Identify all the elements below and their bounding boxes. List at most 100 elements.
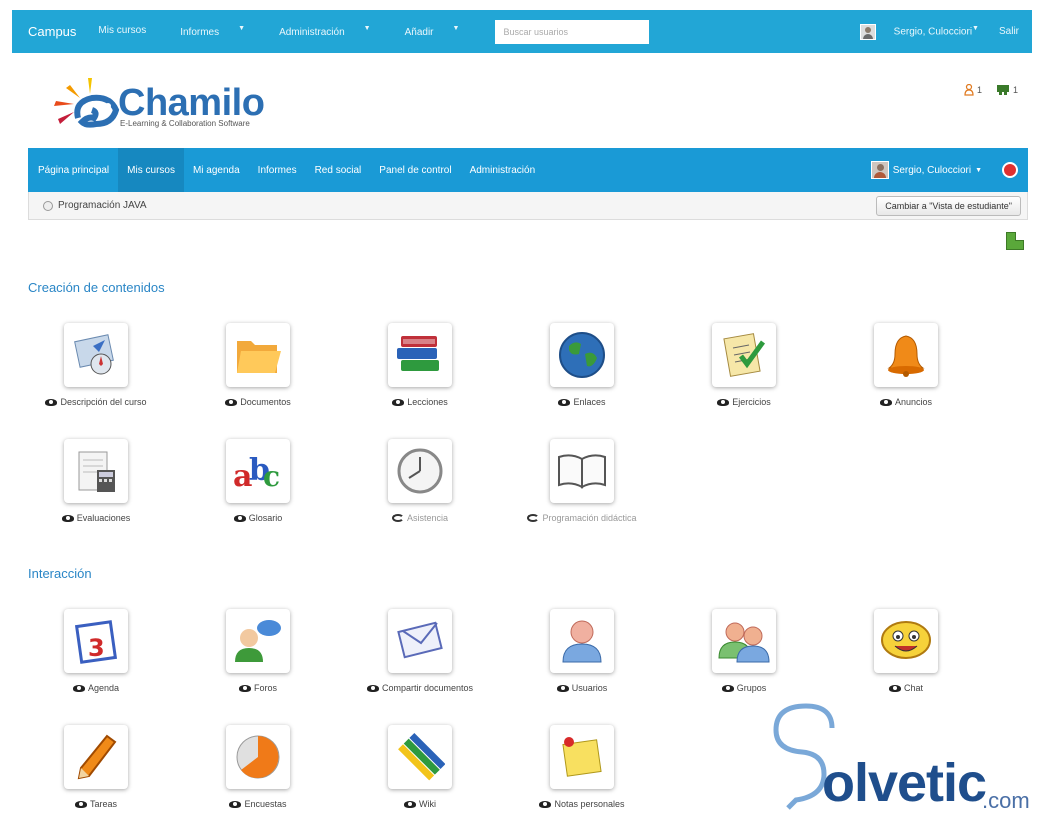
sticky-note-icon: [562, 737, 602, 777]
tool-notas-personales[interactable]: Notas personales: [502, 725, 662, 809]
tool-encuestas[interactable]: Encuestas: [178, 725, 338, 809]
tool-grupos[interactable]: Grupos: [664, 609, 824, 693]
visible-eye-icon[interactable]: [74, 800, 87, 808]
tool-programacion-didactica[interactable]: Programación didáctica: [502, 439, 662, 523]
tool-label: Evaluaciones: [76, 513, 131, 523]
nav-mi-agenda[interactable]: Mi agenda: [184, 148, 249, 192]
campus-link[interactable]: Campus: [28, 24, 76, 39]
nav-mis-cursos[interactable]: Mis cursos: [118, 148, 184, 192]
visible-eye-icon[interactable]: [879, 398, 892, 406]
tool-foros[interactable]: Foros: [178, 609, 338, 693]
tool-label: Descripción del curso: [60, 397, 147, 407]
hidden-eye-icon[interactable]: [527, 514, 540, 522]
nav-pagina-principal[interactable]: Página principal: [28, 148, 118, 192]
visible-eye-icon[interactable]: [556, 684, 569, 692]
tool-label-row: Ejercicios: [664, 397, 824, 407]
visible-eye-icon[interactable]: [404, 800, 416, 808]
tool-label: Chat: [903, 683, 923, 693]
header-notification-icons: 1 1: [964, 84, 1018, 96]
topbar-user-menu[interactable]: Sergio, Culocciori▼: [894, 25, 979, 37]
books-icon: [397, 336, 439, 371]
student-view-button[interactable]: Cambiar a "Vista de estudiante": [876, 195, 1021, 216]
visible-eye-icon[interactable]: [721, 684, 734, 692]
checklist-icon: [723, 333, 766, 377]
tool-enlaces[interactable]: Enlaces: [502, 323, 662, 407]
visible-eye-icon[interactable]: [61, 514, 74, 522]
section-title-content: Creación de contenidos: [28, 280, 165, 295]
visible-eye-icon[interactable]: [558, 398, 571, 406]
tool-tareas[interactable]: Tareas: [16, 725, 176, 809]
visible-eye-icon[interactable]: [717, 398, 730, 406]
user-icon: [562, 620, 602, 663]
visible-eye-icon[interactable]: [229, 800, 242, 808]
hidden-eye-icon[interactable]: [391, 514, 404, 522]
tool-icon-box: [388, 725, 452, 789]
visible-eye-icon[interactable]: [888, 684, 901, 692]
tool-icon-box: [550, 323, 614, 387]
tool-label: Wiki: [419, 799, 436, 809]
visible-eye-icon[interactable]: [225, 398, 238, 406]
chat-users-icon: [996, 85, 1009, 95]
nav-informes[interactable]: Informes: [249, 148, 306, 192]
tool-lecciones[interactable]: Lecciones: [340, 323, 500, 407]
visible-eye-icon[interactable]: [233, 514, 246, 522]
tool-evaluaciones[interactable]: Evaluaciones: [16, 439, 176, 523]
nav-red-social[interactable]: Red social: [306, 148, 371, 192]
logout-link[interactable]: Salir: [999, 26, 1019, 37]
tool-chat[interactable]: Chat: [826, 609, 986, 693]
admin-topbar: Campus Mis cursos Informes ▼ Administraci…: [12, 10, 1032, 53]
tool-icon-box: [388, 609, 452, 673]
topbar-item-mis-cursos[interactable]: Mis cursos: [98, 25, 163, 37]
visible-eye-icon[interactable]: [72, 684, 85, 692]
tool-icon-box: [226, 609, 290, 673]
nav-panel-de-control[interactable]: Panel de control: [370, 148, 460, 192]
nav-administracion[interactable]: Administración: [461, 148, 545, 192]
user-name: Sergio, Culocciori: [893, 26, 973, 38]
tool-label: Notas personales: [554, 799, 625, 809]
tool-label-row: Notas personales: [502, 799, 662, 809]
tool-label: Grupos: [736, 683, 767, 693]
tool-ejercicios[interactable]: Ejercicios: [664, 323, 824, 407]
tool-icon-box: [550, 609, 614, 673]
tool-label: Anuncios: [894, 397, 933, 407]
chamilo-logo[interactable]: Chamilo E-Learning & Collaboration Softw…: [52, 76, 282, 136]
tool-compartir-documentos[interactable]: Compartir documentos: [340, 609, 500, 693]
tool-label: Ejercicios: [732, 397, 771, 407]
section-title-interaction: Interacción: [28, 566, 92, 581]
tool-usuarios[interactable]: Usuarios: [502, 609, 662, 693]
visible-eye-icon[interactable]: [392, 398, 405, 406]
topbar-item-anadir[interactable]: Añadir ▼: [405, 25, 477, 37]
breadcrumb: Programación JAVA Cambiar a "Vista de es…: [28, 192, 1028, 220]
topbar-item-administracion[interactable]: Administración ▼: [279, 25, 388, 37]
survey-icon: [236, 735, 280, 779]
tool-wiki[interactable]: Wiki: [340, 725, 500, 809]
tool-icon-box: [226, 725, 290, 789]
online-users-indicator[interactable]: 1: [964, 84, 982, 96]
logout-power-icon[interactable]: [1002, 162, 1018, 178]
tool-icon-box: 3: [64, 609, 128, 673]
visible-eye-icon[interactable]: [238, 684, 251, 692]
tool-asistencia[interactable]: Asistencia: [340, 439, 500, 523]
chevron-down-icon: ▼: [238, 25, 246, 33]
breadcrumb-course-title[interactable]: Programación JAVA: [58, 200, 147, 211]
tool-anuncios[interactable]: Anuncios: [826, 323, 986, 407]
visible-eye-icon[interactable]: [45, 398, 58, 406]
wiki-pencils-icon: [398, 732, 445, 781]
topbar-item-label: Administración: [279, 26, 345, 38]
visible-eye-icon[interactable]: [539, 800, 552, 808]
chameleon-logo-icon: [54, 78, 120, 128]
user-search-input[interactable]: Buscar usuarios: [495, 19, 650, 44]
topbar-item-label: Informes: [180, 26, 220, 38]
visible-eye-icon[interactable]: [366, 684, 379, 692]
main-navigation: Página principal Mis cursos Mi agenda In…: [28, 148, 1028, 192]
course-home-icon[interactable]: [43, 200, 53, 211]
tool-descripcion-del-curso[interactable]: Descripción del curso: [16, 323, 176, 407]
tool-documentos[interactable]: Documentos: [178, 323, 338, 407]
nav-user-menu[interactable]: Sergio, Culocciori ▼: [870, 148, 982, 192]
topbar-item-informes[interactable]: Informes ▼: [180, 25, 262, 37]
chevron-down-icon: ▼: [975, 166, 982, 174]
tool-agenda[interactable]: 3 Agenda: [16, 609, 176, 693]
tool-glosario[interactable]: abc Glosario: [178, 439, 338, 523]
chat-indicator[interactable]: 1: [996, 84, 1018, 96]
export-icon[interactable]: [1006, 232, 1024, 250]
